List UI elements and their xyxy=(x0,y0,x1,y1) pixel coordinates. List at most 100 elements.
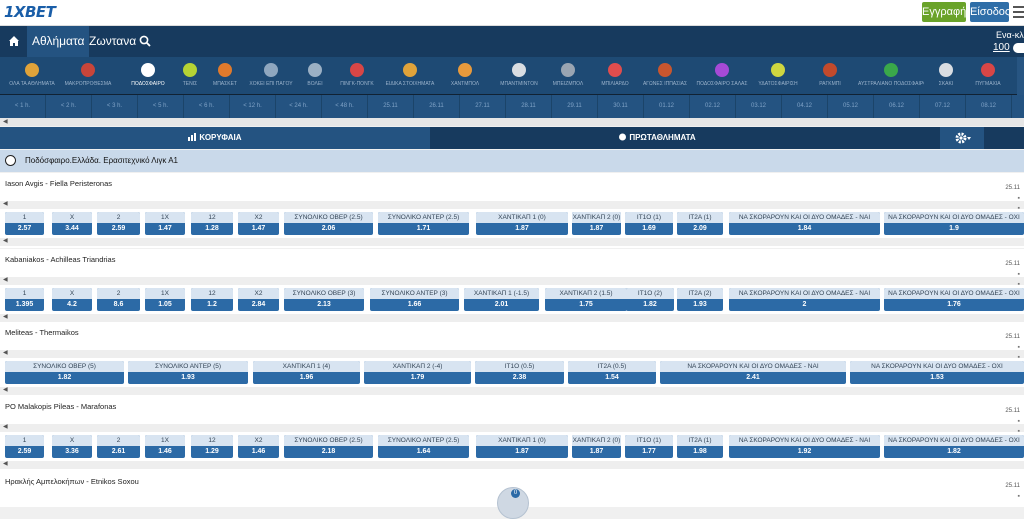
odds-scrollbar[interactable]: ◀ xyxy=(0,201,1024,209)
login-button[interactable]: Είσοδος xyxy=(970,2,1010,22)
odds-scrollbar[interactable]: ◀ xyxy=(0,238,1024,246)
odds-button[interactable]: IT1O (2) 1.82 xyxy=(626,288,674,311)
time-filter[interactable]: 04.12 xyxy=(782,95,828,118)
time-filter[interactable]: < 5 h. xyxy=(138,95,184,118)
scroll-left-icon[interactable]: ◀ xyxy=(3,118,8,125)
odds-button[interactable]: ΝΑ ΣΚΟΡΑΡΟΥΝ ΚΑΙ ΟΙ ΔΥΟ ΟΜΑΔΕΣ - ΟΧΙ 1.9 xyxy=(884,212,1024,235)
sport-item[interactable]: ΜΑΚΡΟΠΡΟΘΕΣΜΑ xyxy=(60,57,116,95)
odds-button[interactable]: ΧΑΝΤΙΚΑΠ 2 (-4) 1.79 xyxy=(364,361,471,384)
odds-button[interactable]: ΝΑ ΣΚΟΡΑΡΟΥΝ ΚΑΙ ΟΙ ΔΥΟ ΟΜΑΔΕΣ - ΝΑΙ 1.92 xyxy=(729,435,880,458)
odds-button[interactable]: ΣΥΝΟΛΙΚΟ ΑΝΤΕΡ (2.5) 1.64 xyxy=(378,435,469,458)
odds-button[interactable]: IT1O (1) 1.69 xyxy=(625,212,673,235)
odds-button[interactable]: 12 1.2 xyxy=(191,288,233,311)
odds-button[interactable]: 2 8.6 xyxy=(97,288,140,311)
nav-tab-sports[interactable]: Αθλήματα xyxy=(27,26,90,57)
time-filter[interactable]: 05.12 xyxy=(828,95,874,118)
scroll-left-icon[interactable]: ◀ xyxy=(3,200,8,207)
odds-button[interactable]: ΝΑ ΣΚΟΡΑΡΟΥΝ ΚΑΙ ΟΙ ΔΥΟ ΟΜΑΔΕΣ - ΟΧΙ 1.82 xyxy=(884,435,1024,458)
odds-button[interactable]: ΣΥΝΟΛΙΚΟ ΑΝΤΕΡ (2.5) 1.71 xyxy=(378,212,469,235)
sport-item[interactable]: ΡΑΓΚΜΠΙ xyxy=(808,57,852,95)
sport-item[interactable]: ΒΟΛΕΪ xyxy=(300,57,330,95)
time-filter[interactable]: < 24 h. xyxy=(276,95,322,118)
brand-logo[interactable]: 1XBET xyxy=(4,3,56,21)
odds-button[interactable]: ΝΑ ΣΚΟΡΑΡΟΥΝ ΚΑΙ ΟΙ ΔΥΟ ΟΜΑΔΕΣ - ΟΧΙ 1.53 xyxy=(850,361,1024,384)
time-filter[interactable]: < 2 h. xyxy=(46,95,92,118)
sport-item[interactable]: ΟΛΑ ΤΑ ΑΘΛΗΜΑΤΑ xyxy=(4,57,60,95)
odds-button[interactable]: ΣΥΝΟΛΙΚΟ ΟΒΕΡ (3) 2.13 xyxy=(284,288,364,311)
odds-button[interactable]: X 4.2 xyxy=(52,288,92,311)
odds-button[interactable]: 1 2.57 xyxy=(5,212,44,235)
sports-next-arrow[interactable] xyxy=(1017,57,1024,95)
time-filter[interactable]: 07.12 xyxy=(920,95,966,118)
odds-button[interactable]: 1 2.59 xyxy=(5,435,44,458)
one-click-toggle[interactable] xyxy=(1013,43,1024,53)
sport-item[interactable]: ΑΓΩΝΕΣ ΙΠΠΑΣΙΑΣ xyxy=(640,57,690,95)
time-filter[interactable]: < 12 h. xyxy=(230,95,276,118)
odds-button[interactable]: ΣΥΝΟΛΙΚΟ ΟΒΕΡ (2.5) 2.18 xyxy=(284,435,373,458)
favorite-icon[interactable]: ▪ xyxy=(1018,428,1020,435)
scroll-left-icon[interactable]: ◀ xyxy=(3,386,8,393)
odds-button[interactable]: IT2A (1) 2.09 xyxy=(677,212,723,235)
odds-button[interactable]: IT1O (0.5) 2.38 xyxy=(475,361,564,384)
time-filter[interactable]: 25.11 xyxy=(368,95,414,118)
odds-button[interactable]: ΧΑΝΤΙΚΑΠ 1 (0) 1.87 xyxy=(476,435,568,458)
sport-item[interactable]: ΜΠΙΛΙΑΡΔΟ xyxy=(594,57,636,95)
scroll-left-icon[interactable]: ◀ xyxy=(3,460,8,467)
sport-item[interactable]: ΜΠΑΝΤΜΙΝΤΟΝ xyxy=(494,57,544,95)
odds-button[interactable]: 12 1.28 xyxy=(191,212,233,235)
one-click-amount[interactable]: 100 xyxy=(993,42,1010,53)
odds-button[interactable]: ΣΥΝΟΛΙΚΟ ΟΒΕΡ (5) 1.82 xyxy=(5,361,124,384)
odds-button[interactable]: ΝΑ ΣΚΟΡΑΡΟΥΝ ΚΑΙ ΟΙ ΔΥΟ ΟΜΑΔΕΣ - ΝΑΙ 2.41 xyxy=(660,361,846,384)
tab-championships[interactable]: ΠΡΩΤΑΘΛΗΜΑΤΑ xyxy=(430,127,884,149)
favorite-icon[interactable]: ▪ xyxy=(1018,205,1020,212)
odds-button[interactable]: 1X 1.05 xyxy=(145,288,185,311)
time-filter[interactable]: 28.11 xyxy=(506,95,552,118)
sport-item[interactable]: ΣΚΑΚΙ xyxy=(926,57,966,95)
time-filter[interactable]: 02.12 xyxy=(690,95,736,118)
scroll-left-icon[interactable]: ◀ xyxy=(3,313,8,320)
odds-button[interactable]: ΣΥΝΟΛΙΚΟ ΑΝΤΕΡ (3) 1.66 xyxy=(370,288,459,311)
event-teams[interactable]: Meliteas - Thermaikos xyxy=(5,328,79,337)
time-filter[interactable]: 27.11 xyxy=(460,95,506,118)
scroll-left-icon[interactable]: ◀ xyxy=(3,237,8,244)
sport-item[interactable]: ΑΥΣΤΡΑΛΙΑΝΟ ΠΟΔΟΣΦΑΙΡΟ xyxy=(858,57,924,95)
sport-item[interactable]: ΜΠΑΣΚΕΤ xyxy=(208,57,242,95)
sport-item[interactable]: ΤΕΝΙΣ xyxy=(176,57,204,95)
time-filter[interactable]: 30.11 xyxy=(598,95,644,118)
sport-item[interactable]: ΠΥΓΜΑΧΙΑ xyxy=(968,57,1008,95)
odds-button[interactable]: IT2A (0.5) 1.54 xyxy=(568,361,656,384)
odds-button[interactable]: ΝΑ ΣΚΟΡΑΡΟΥΝ ΚΑΙ ΟΙ ΔΥΟ ΟΜΑΔΕΣ - ΟΧΙ 1.76 xyxy=(884,288,1024,311)
odds-scrollbar[interactable]: ◀ xyxy=(0,461,1024,469)
odds-button[interactable]: ΧΑΝΤΙΚΑΠ 1 (-1.5) 2.01 xyxy=(464,288,539,311)
favorite-icon[interactable]: ▪ xyxy=(1018,281,1020,288)
odds-button[interactable]: ΧΑΝΤΙΚΑΠ 1 (0) 1.87 xyxy=(476,212,568,235)
time-filter[interactable]: 26.11 xyxy=(414,95,460,118)
odds-button[interactable]: ΝΑ ΣΚΟΡΑΡΟΥΝ ΚΑΙ ΟΙ ΔΥΟ ΟΜΑΔΕΣ - ΝΑΙ 2 xyxy=(729,288,880,311)
time-filter[interactable]: < 3 h. xyxy=(92,95,138,118)
odds-button[interactable]: 1 1.395 xyxy=(5,288,44,311)
odds-button[interactable]: ΧΑΝΤΙΚΑΠ 2 (1.5) 1.75 xyxy=(545,288,627,311)
event-teams[interactable]: Kabaniakos - Achilleas Triandrias xyxy=(5,255,115,264)
tab-top[interactable]: ΚΟΡΥΦΑΙΑ xyxy=(0,127,430,149)
odds-scrollbar[interactable]: ◀ xyxy=(0,314,1024,322)
sport-item[interactable]: ΠΙΝΓΚ-ΠΟΝΓΚ xyxy=(334,57,380,95)
event-teams[interactable]: Iason Avgis - Fiella Peristeronas xyxy=(5,179,112,188)
sport-item[interactable]: ΠΟΔΟΣΦΑΙΡΟ xyxy=(120,57,176,95)
time-filter[interactable]: < 48 h. xyxy=(322,95,368,118)
nav-tab-live[interactable]: Ζωντανα xyxy=(84,26,141,57)
odds-button[interactable]: IT2A (2) 1.93 xyxy=(677,288,723,311)
sport-item[interactable]: ΜΠΕΪΖΜΠΟΛ xyxy=(548,57,588,95)
odds-scrollbar[interactable]: ◀ xyxy=(0,350,1024,358)
odds-button[interactable]: 1X 1.46 xyxy=(145,435,185,458)
favorite-icon[interactable]: ▪ xyxy=(1018,354,1020,361)
scroll-left-icon[interactable]: ◀ xyxy=(3,276,8,283)
hamburger-menu-icon[interactable] xyxy=(1013,6,1024,18)
search-icon[interactable] xyxy=(139,35,151,47)
odds-button[interactable]: ΣΥΝΟΛΙΚΟ ΟΒΕΡ (2.5) 2.06 xyxy=(284,212,373,235)
time-filter[interactable]: 01.12 xyxy=(644,95,690,118)
sport-item[interactable]: ΧΟΚΕΙ ΕΠΙ ΠΑΓΟΥ xyxy=(245,57,297,95)
league-header[interactable]: Ποδόσφαιρο.Ελλάδα. Ερασιτεχνικό Λιγκ Α1 xyxy=(0,150,1024,172)
sport-item[interactable]: ΠΟΔΟΣΦΑΙΡΟ ΣΑΛΑΣ xyxy=(692,57,752,95)
odds-button[interactable]: X2 1.47 xyxy=(238,212,279,235)
time-filter[interactable]: 06.12 xyxy=(874,95,920,118)
